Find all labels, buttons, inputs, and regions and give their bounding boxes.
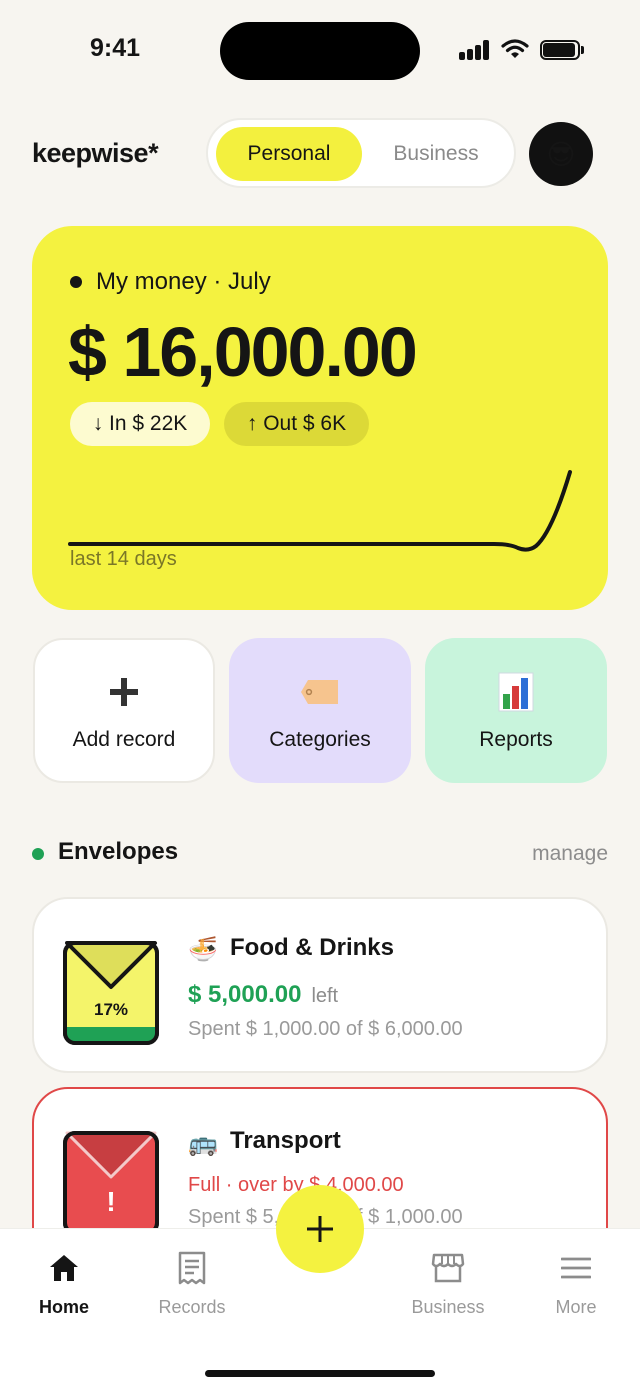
home-indicator — [205, 1370, 435, 1377]
tab-records[interactable]: Records — [128, 1251, 256, 1318]
receipt-icon — [177, 1251, 207, 1285]
envelope-name: Transport — [230, 1127, 341, 1154]
battery-icon — [540, 40, 584, 60]
add-record-label: Add record — [72, 727, 176, 751]
status-bar: 9:41 — [0, 0, 640, 100]
envelopes-header: Envelopes manage — [0, 836, 640, 870]
envelope-name: Food & Drinks — [230, 934, 395, 961]
cellular-signal-icon — [459, 40, 491, 60]
wifi-icon — [501, 39, 529, 58]
bar-chart-icon — [498, 670, 534, 714]
app-header: keepwise* Personal Business 😎 — [0, 118, 640, 190]
tab-business[interactable]: Business — [384, 1251, 512, 1318]
envelope-icon: 17% — [63, 941, 159, 1045]
account-switcher: Personal Business — [206, 118, 516, 188]
plus-icon — [307, 1216, 333, 1242]
add-record-tile[interactable]: Add record — [33, 638, 215, 783]
remaining-amount: $ 5,000.00 — [188, 981, 302, 1008]
tab-label: Business — [411, 1297, 485, 1317]
tab-label: More — [555, 1297, 597, 1317]
tab-label: Home — [38, 1297, 89, 1317]
segment-business[interactable]: Business — [368, 127, 504, 181]
envelope-percent-label: 17% — [94, 1000, 128, 1019]
food-emoji-icon: 🍜 — [188, 936, 218, 963]
bus-emoji-icon: 🚌 — [188, 1130, 218, 1157]
envelopes-title: Envelopes — [58, 838, 179, 865]
envelope-remaining: $ 5,000.00 left — [188, 981, 338, 1009]
app-logo: keepwise* — [32, 138, 159, 168]
categories-label: Categories — [269, 727, 371, 751]
remaining-label: left — [311, 985, 339, 1007]
envelope-spent: Spent $ 1,000.00 of $ 6,000.00 — [188, 1018, 463, 1040]
home-icon — [48, 1251, 80, 1285]
add-fab-button[interactable] — [276, 1185, 364, 1273]
avatar[interactable]: 😎 — [529, 122, 593, 186]
dynamic-island — [220, 22, 420, 80]
envelope-full-icon: ! — [63, 1131, 159, 1235]
reports-label: Reports — [479, 727, 553, 751]
tag-icon — [300, 670, 340, 714]
envelope-alert-badge: ! — [106, 1186, 115, 1217]
menu-icon — [561, 1251, 591, 1285]
plus-icon — [108, 670, 140, 714]
categories-tile[interactable]: Categories — [229, 638, 411, 783]
reports-tile[interactable]: Reports — [425, 638, 607, 783]
tab-more[interactable]: More — [512, 1251, 640, 1318]
tab-home[interactable]: Home — [0, 1251, 128, 1318]
manage-link[interactable]: manage — [532, 842, 608, 866]
store-icon — [431, 1251, 465, 1285]
status-time: 9:41 — [90, 34, 141, 62]
sparkline-caption: last 14 days — [70, 548, 177, 570]
segment-personal[interactable]: Personal — [216, 127, 362, 181]
status-dot — [32, 848, 44, 860]
tab-label: Records — [158, 1297, 226, 1317]
envelope-card-food[interactable]: 17% 🍜 Food & Drinks $ 5,000.00 left Spent… — [32, 897, 608, 1073]
money-summary-card[interactable]: My money · July $ 16,000.00 ↓ In $ 22K ↑… — [32, 226, 608, 610]
